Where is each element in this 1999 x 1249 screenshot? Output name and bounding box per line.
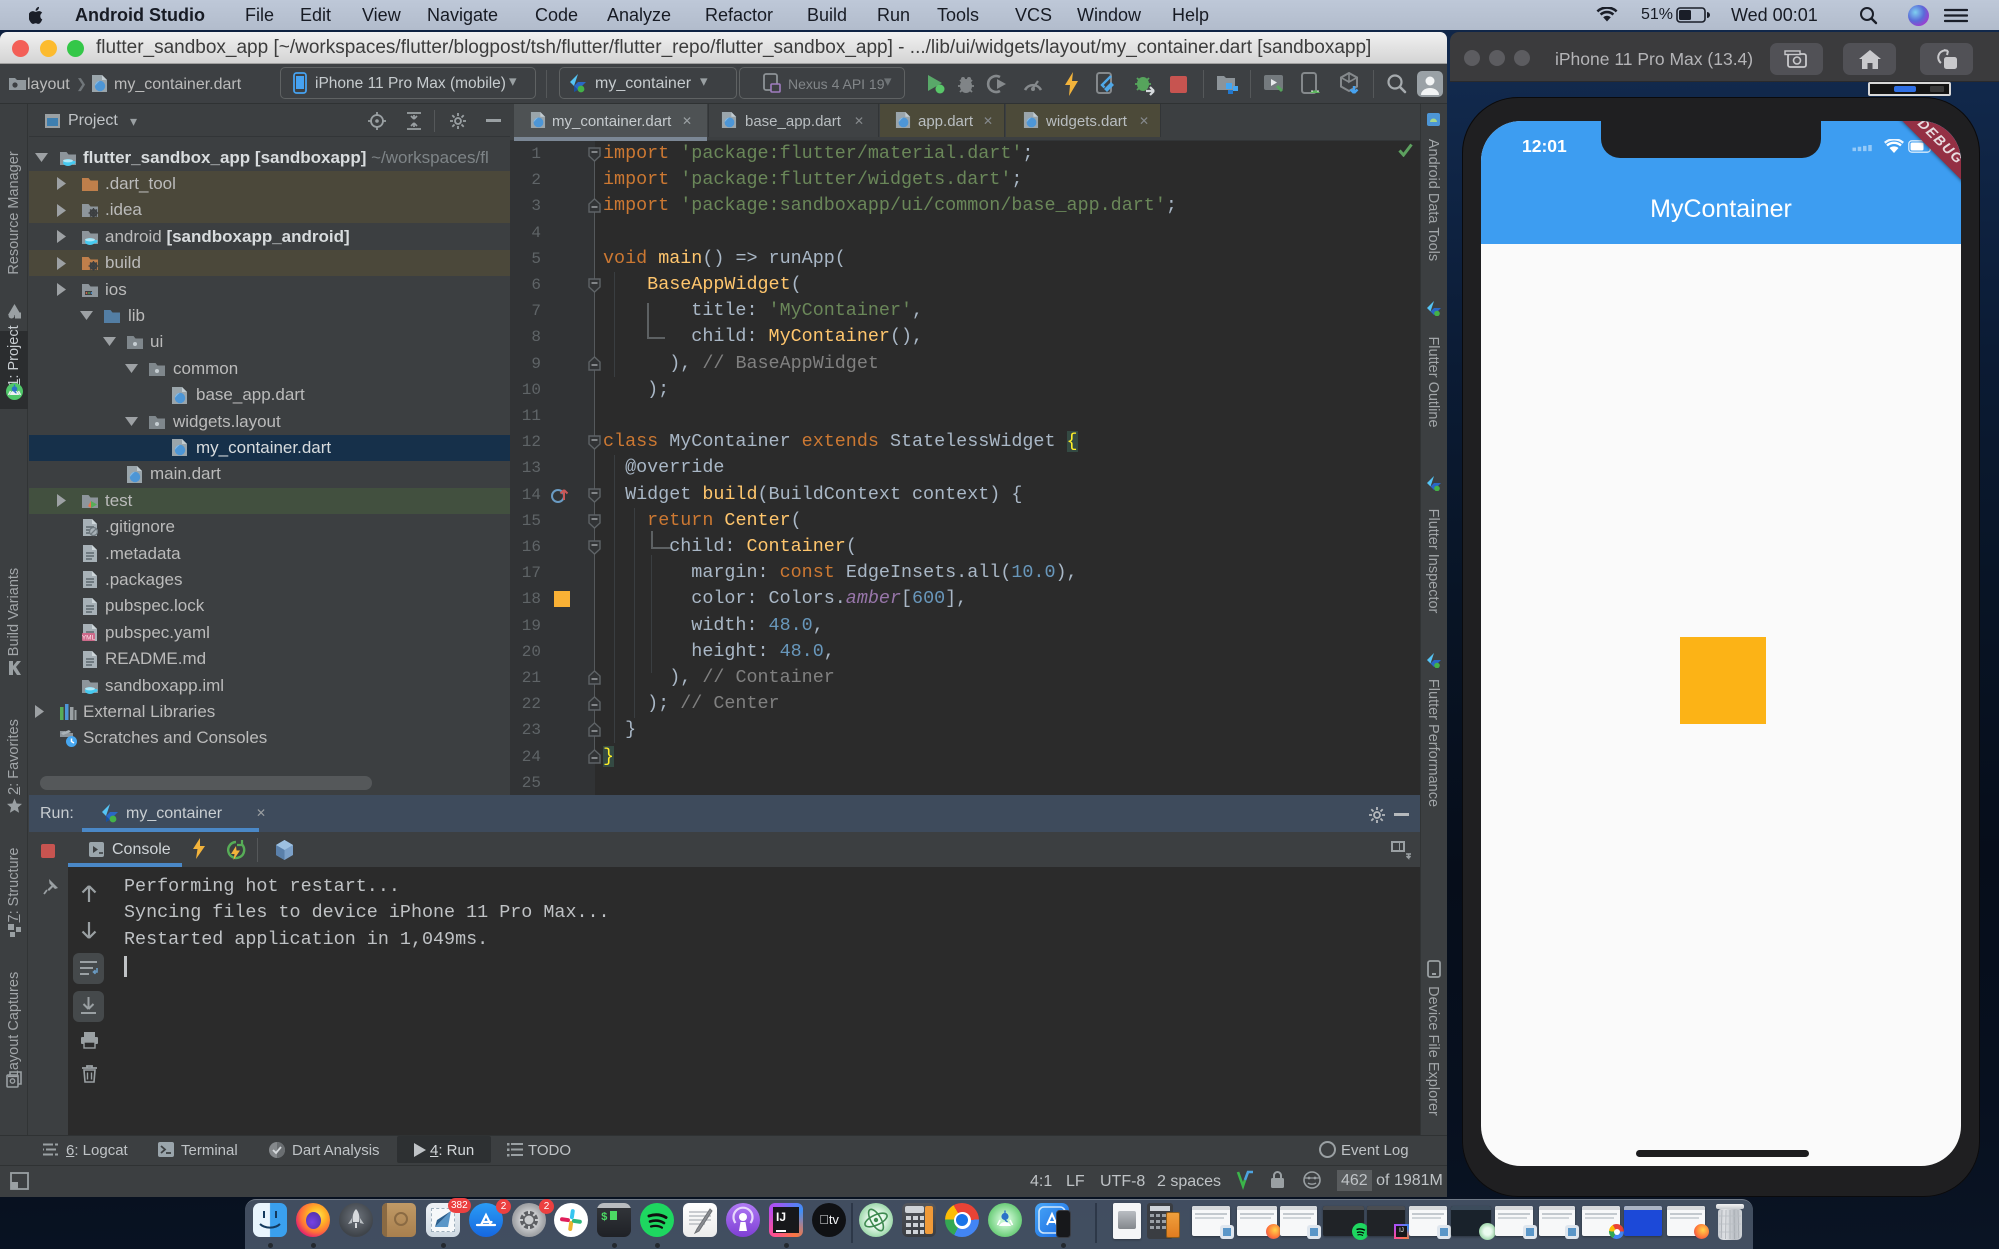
svg-text:YML: YML	[82, 635, 96, 642]
